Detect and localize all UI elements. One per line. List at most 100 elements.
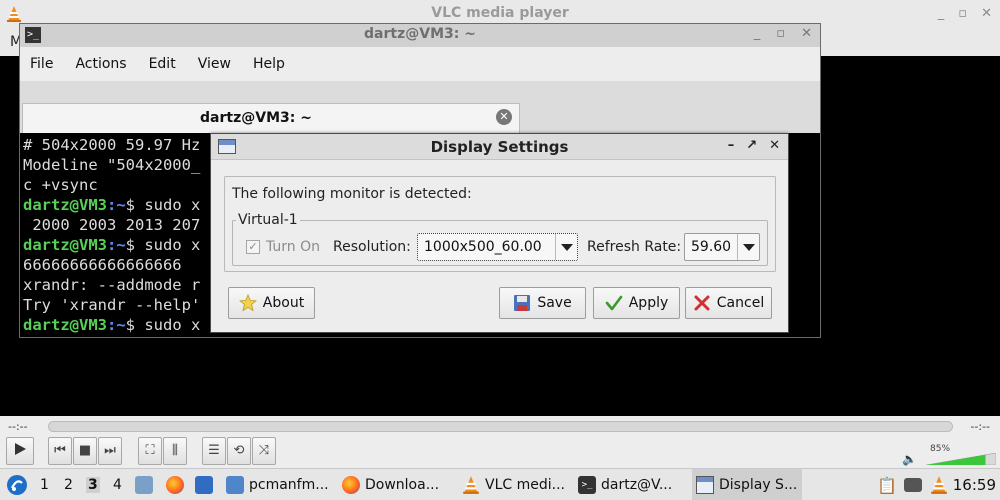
- save-button[interactable]: Save: [499, 287, 586, 319]
- taskbar-item-label: Downloa...: [365, 477, 440, 493]
- detected-text: The following monitor is detected:: [232, 186, 472, 202]
- taskbar-item-pcmanfm[interactable]: pcmanfm...: [226, 469, 336, 500]
- cancel-button[interactable]: Cancel: [685, 287, 772, 319]
- tray-clipboard[interactable]: 📋: [877, 469, 897, 500]
- terminal-close-button[interactable]: ✕: [801, 26, 812, 41]
- play-icon: [15, 443, 26, 455]
- dialog-title: Display Settings: [430, 138, 569, 156]
- prompt-user: dartz@VM3: [23, 316, 107, 334]
- resolution-select[interactable]: 1000x500_60.00: [417, 233, 578, 261]
- dialog-titlebar: Display Settings – ↗ ✕: [211, 134, 788, 160]
- prompt-user: dartz@VM3: [23, 236, 107, 254]
- taskbar-item-terminal[interactable]: >_ dartz@V...: [578, 469, 686, 500]
- terminal-menubar: File Actions Edit View Help: [20, 47, 820, 81]
- dialog-maximize-button[interactable]: ↗: [746, 138, 757, 153]
- display-icon: [696, 476, 714, 494]
- menu-view[interactable]: View: [198, 56, 231, 72]
- loop-button[interactable]: ⟲: [227, 437, 251, 465]
- terminal-tab[interactable]: dartz@VM3: ~ ✕: [22, 103, 520, 133]
- workspace-2[interactable]: 2: [64, 477, 73, 493]
- total-time: --:--: [970, 420, 990, 433]
- star-icon: [238, 294, 257, 312]
- fullscreen-button[interactable]: ⛶: [138, 437, 162, 465]
- tray-vlc[interactable]: [930, 469, 948, 500]
- terminal-icon: >_: [578, 476, 596, 494]
- shuffle-icon: ⤨: [258, 443, 270, 458]
- resolution-value: 1000x500_60.00: [424, 239, 542, 255]
- taskbar-item-downloads[interactable]: Downloa...: [342, 469, 450, 500]
- previous-icon: ⏮: [54, 443, 66, 458]
- cancel-label: Cancel: [716, 295, 765, 311]
- save-label: Save: [537, 295, 572, 311]
- menu-actions[interactable]: Actions: [75, 56, 126, 72]
- taskbar-item-label: VLC medi...: [485, 477, 565, 493]
- checkmark-icon: [605, 295, 623, 311]
- taskbar-item-label: pcmanfm...: [249, 477, 329, 493]
- taskbar-item-vlc[interactable]: VLC medi...: [462, 469, 572, 500]
- apply-label: Apply: [628, 295, 669, 311]
- playlist-button[interactable]: ☰: [202, 437, 226, 465]
- lubuntu-logo-icon: [7, 475, 27, 495]
- extended-settings-button[interactable]: ⫼: [163, 437, 187, 465]
- launcher-files[interactable]: [135, 469, 153, 500]
- clock[interactable]: 16:59: [953, 476, 996, 494]
- menu-file[interactable]: File: [30, 56, 53, 72]
- turn-on-checkbox[interactable]: ✓ Turn On: [246, 239, 320, 255]
- terminal-tabbar: dartz@VM3: ~ ✕: [20, 81, 820, 133]
- turn-on-label: Turn On: [266, 239, 321, 255]
- terminal-titlebar: >_ dartz@VM3: ~ _ ▫ ✕: [20, 24, 820, 47]
- next-button[interactable]: ⏭: [98, 437, 122, 465]
- stop-icon: ■: [78, 443, 92, 458]
- about-button[interactable]: About: [228, 287, 315, 319]
- workspace-3[interactable]: 3: [86, 477, 100, 493]
- speaker-icon[interactable]: 🔈: [902, 452, 917, 466]
- dialog-close-button[interactable]: ✕: [769, 138, 780, 153]
- firefox-icon: [342, 476, 360, 494]
- menu-edit[interactable]: Edit: [149, 56, 176, 72]
- vlc-cone-icon: [463, 476, 479, 494]
- volume-slider[interactable]: [926, 453, 996, 465]
- vlc-minimize-button[interactable]: _: [938, 6, 945, 21]
- launcher-desktop[interactable]: [195, 469, 213, 500]
- prompt-command: $ sudo x: [125, 196, 201, 214]
- display-settings-dialog: Display Settings – ↗ ✕ The following mon…: [210, 133, 789, 333]
- checkbox-checked-icon: ✓: [246, 240, 260, 254]
- vlc-maximize-button[interactable]: ▫: [958, 6, 967, 21]
- terminal-minimize-button[interactable]: _: [754, 26, 761, 41]
- prompt-command: $ sudo x: [125, 236, 201, 254]
- playlist-icon: ☰: [208, 443, 220, 458]
- prompt-path: :~: [107, 236, 126, 254]
- shuffle-button[interactable]: ⤨: [252, 437, 276, 465]
- workspace-4[interactable]: 4: [113, 477, 122, 493]
- vlc-close-button[interactable]: ✕: [981, 6, 992, 21]
- refresh-rate-value: 59.60: [691, 239, 732, 255]
- clipboard-icon: 📋: [877, 475, 897, 495]
- tray-network[interactable]: [904, 469, 922, 500]
- seek-bar[interactable]: [48, 421, 953, 432]
- dialog-minimize-button[interactable]: –: [728, 138, 735, 153]
- apply-button[interactable]: Apply: [593, 287, 680, 319]
- loop-icon: ⟲: [233, 443, 245, 458]
- stop-button[interactable]: ■: [73, 437, 97, 465]
- start-menu-button[interactable]: [6, 469, 28, 500]
- launcher-firefox[interactable]: [166, 469, 184, 500]
- play-button[interactable]: [6, 437, 34, 465]
- vlc-window-title: VLC media player: [431, 5, 569, 21]
- menu-help[interactable]: Help: [253, 56, 285, 72]
- prompt-path: :~: [107, 316, 126, 334]
- terminal-window-title: dartz@VM3: ~: [364, 26, 476, 42]
- taskbar-item-label: Display S...: [719, 477, 798, 493]
- previous-button[interactable]: ⏮: [48, 437, 72, 465]
- file-manager-icon: [135, 476, 153, 494]
- tab-close-icon[interactable]: ✕: [496, 109, 512, 125]
- refresh-rate-label: Refresh Rate:: [587, 239, 682, 255]
- folder-icon: [226, 476, 244, 494]
- show-desktop-icon: [195, 476, 213, 494]
- equalizer-icon: ⫼: [172, 443, 178, 458]
- taskbar-item-display-settings[interactable]: Display S...: [692, 469, 802, 500]
- refresh-rate-select[interactable]: 59.60: [684, 233, 760, 261]
- workspace-1[interactable]: 1: [40, 477, 49, 493]
- fullscreen-icon: ⛶: [145, 443, 155, 458]
- next-icon: ⏭: [104, 443, 116, 458]
- terminal-maximize-button[interactable]: ▫: [776, 26, 785, 41]
